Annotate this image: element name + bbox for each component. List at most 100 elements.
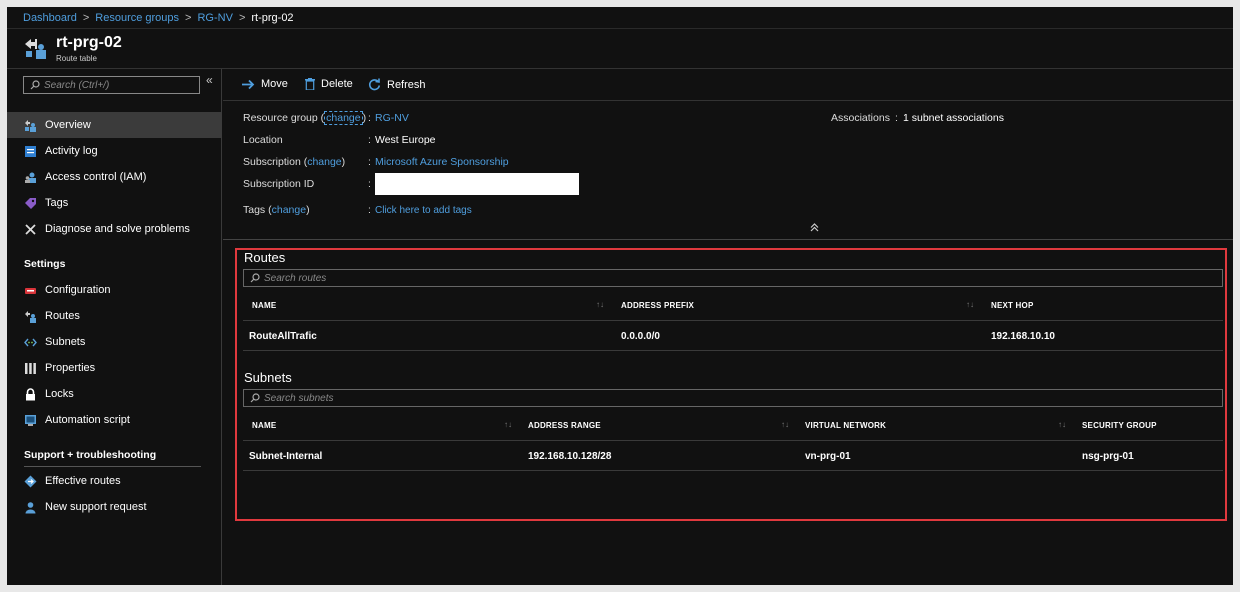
- routes-icon: [24, 310, 37, 323]
- subnet-name-cell[interactable]: Subnet-Internal: [249, 451, 322, 462]
- iam-icon: [24, 171, 37, 184]
- sidebar-item-label: Tags: [45, 197, 69, 209]
- sidebar-item-automation-script[interactable]: Automation script: [7, 407, 222, 433]
- search-routes-input[interactable]: Search routes: [243, 269, 1223, 287]
- table-divider: [243, 470, 1223, 471]
- tag-icon: [24, 197, 37, 210]
- sidebar-item-effective-routes[interactable]: Effective routes: [7, 468, 222, 494]
- sidebar-item-configuration[interactable]: Configuration: [7, 277, 222, 303]
- sidebar-item-overview[interactable]: Overview: [7, 112, 222, 138]
- associations-label: Associations: [831, 112, 890, 124]
- sidebar-item-access-control[interactable]: Access control (IAM): [7, 164, 222, 190]
- column-header-security-group[interactable]: SECURITY GROUP: [1082, 421, 1157, 430]
- sidebar-item-properties[interactable]: Properties: [7, 355, 222, 381]
- resource-group-value-link[interactable]: RG-NV: [375, 112, 409, 124]
- activity-log-icon: [24, 145, 37, 158]
- sidebar-search-placeholder: Search (Ctrl+/): [44, 79, 110, 91]
- resource-header: rt-prg-02 Route table: [7, 29, 1233, 69]
- tags-label-text: Tags: [243, 204, 266, 216]
- subscription-label-text: Subscription: [243, 156, 301, 168]
- add-tags-link[interactable]: Click here to add tags: [375, 205, 472, 216]
- refresh-button-label: Refresh: [387, 78, 426, 91]
- colon: :: [368, 112, 371, 124]
- refresh-icon: [368, 78, 381, 91]
- collapse-essentials-button[interactable]: [810, 223, 819, 235]
- sidebar-item-new-support-request[interactable]: New support request: [7, 494, 222, 520]
- table-divider: [243, 440, 1223, 441]
- chevron-double-up-icon: [810, 223, 819, 232]
- sidebar-item-routes[interactable]: Routes: [7, 303, 222, 329]
- subscription-label: Subscription (change): [243, 156, 345, 168]
- command-bar: Move Delete Refresh: [223, 69, 1233, 101]
- sidebar-item-locks[interactable]: Locks: [7, 381, 222, 407]
- settings-section-header: Settings: [24, 258, 66, 270]
- sort-icon[interactable]: ↑↓: [596, 300, 604, 309]
- column-header-virtual-network[interactable]: VIRTUAL NETWORK: [805, 421, 886, 430]
- change-resource-group-link[interactable]: change: [324, 111, 363, 125]
- sidebar-item-tags[interactable]: Tags: [7, 190, 222, 216]
- change-subscription-link[interactable]: change: [307, 156, 341, 168]
- breadcrumb-rg-nv[interactable]: RG-NV: [197, 12, 232, 24]
- search-icon: [30, 80, 40, 90]
- breadcrumb: Dashboard > Resource groups > RG-NV > rt…: [7, 7, 1233, 29]
- subscription-value-link[interactable]: Microsoft Azure Sponsorship: [375, 156, 509, 168]
- colon: :: [368, 156, 371, 168]
- breadcrumb-separator: >: [238, 11, 246, 24]
- breadcrumb-separator: >: [185, 11, 192, 24]
- location-value: West Europe: [375, 134, 436, 146]
- sidebar-item-label: Automation script: [45, 414, 130, 426]
- sidebar: Search (Ctrl+/) « Overview Activity log …: [7, 69, 222, 585]
- sidebar-search-input[interactable]: Search (Ctrl+/): [23, 76, 200, 94]
- column-header-address-prefix[interactable]: ADDRESS PREFIX: [621, 301, 694, 310]
- section-divider: [24, 466, 201, 467]
- lock-icon: [24, 387, 37, 401]
- colon: :: [368, 204, 371, 216]
- subnet-vnet-cell: vn-prg-01: [805, 451, 851, 462]
- colon: :: [368, 178, 371, 190]
- move-button[interactable]: Move: [242, 78, 288, 90]
- sidebar-item-activity-log[interactable]: Activity log: [7, 138, 222, 164]
- sidebar-item-label: Properties: [45, 362, 96, 374]
- refresh-button[interactable]: Refresh: [368, 78, 426, 91]
- sidebar-item-label: New support request: [45, 501, 147, 513]
- sort-icon[interactable]: ↑↓: [504, 420, 512, 429]
- resource-group-label-text: Resource group: [243, 112, 318, 124]
- automation-script-icon: [24, 414, 37, 427]
- sidebar-item-label: Subnets: [45, 336, 86, 348]
- colon: :: [895, 112, 898, 124]
- sidebar-item-label: Access control (IAM): [45, 171, 147, 183]
- column-header-name[interactable]: NAME: [252, 301, 276, 310]
- sidebar-item-subnets[interactable]: Subnets: [7, 329, 222, 355]
- sort-icon[interactable]: ↑↓: [781, 420, 789, 429]
- wrench-icon: [24, 223, 37, 236]
- breadcrumb-resource-groups[interactable]: Resource groups: [95, 12, 179, 24]
- change-tags-link[interactable]: change: [272, 204, 306, 216]
- search-routes-placeholder: Search routes: [264, 272, 327, 284]
- table-divider: [243, 350, 1223, 351]
- search-subnets-input[interactable]: Search subnets: [243, 389, 1223, 407]
- route-prefix-cell: 0.0.0.0/0: [621, 331, 660, 342]
- delete-button-label: Delete: [321, 78, 353, 90]
- arrow-right-icon: [242, 79, 255, 89]
- sort-icon[interactable]: ↑↓: [966, 300, 974, 309]
- sidebar-item-label: Locks: [45, 388, 74, 400]
- subnet-nsg-cell: nsg-prg-01: [1082, 451, 1134, 462]
- page-title: rt-prg-02: [56, 34, 122, 51]
- subnets-icon: [24, 336, 37, 349]
- sort-icon[interactable]: ↑↓: [1058, 420, 1066, 429]
- column-header-name[interactable]: NAME: [252, 421, 276, 430]
- breadcrumb-current: rt-prg-02: [251, 11, 294, 24]
- sidebar-item-label: Routes: [45, 310, 80, 322]
- column-header-next-hop[interactable]: NEXT HOP: [991, 301, 1034, 310]
- trash-icon: [305, 78, 315, 90]
- route-name-cell[interactable]: RouteAllTrafic: [249, 331, 317, 342]
- close-paren: ): [306, 204, 310, 216]
- main-content: Move Delete Refresh Resource group (chan…: [223, 69, 1233, 585]
- associations-value: 1 subnet associations: [903, 112, 1004, 124]
- delete-button[interactable]: Delete: [305, 78, 353, 90]
- sidebar-item-diagnose[interactable]: Diagnose and solve problems: [7, 216, 222, 242]
- column-header-address-range[interactable]: ADDRESS RANGE: [528, 421, 601, 430]
- breadcrumb-dashboard[interactable]: Dashboard: [23, 12, 77, 24]
- sidebar-item-label: Effective routes: [45, 475, 121, 487]
- collapse-sidebar-button[interactable]: «: [206, 73, 213, 87]
